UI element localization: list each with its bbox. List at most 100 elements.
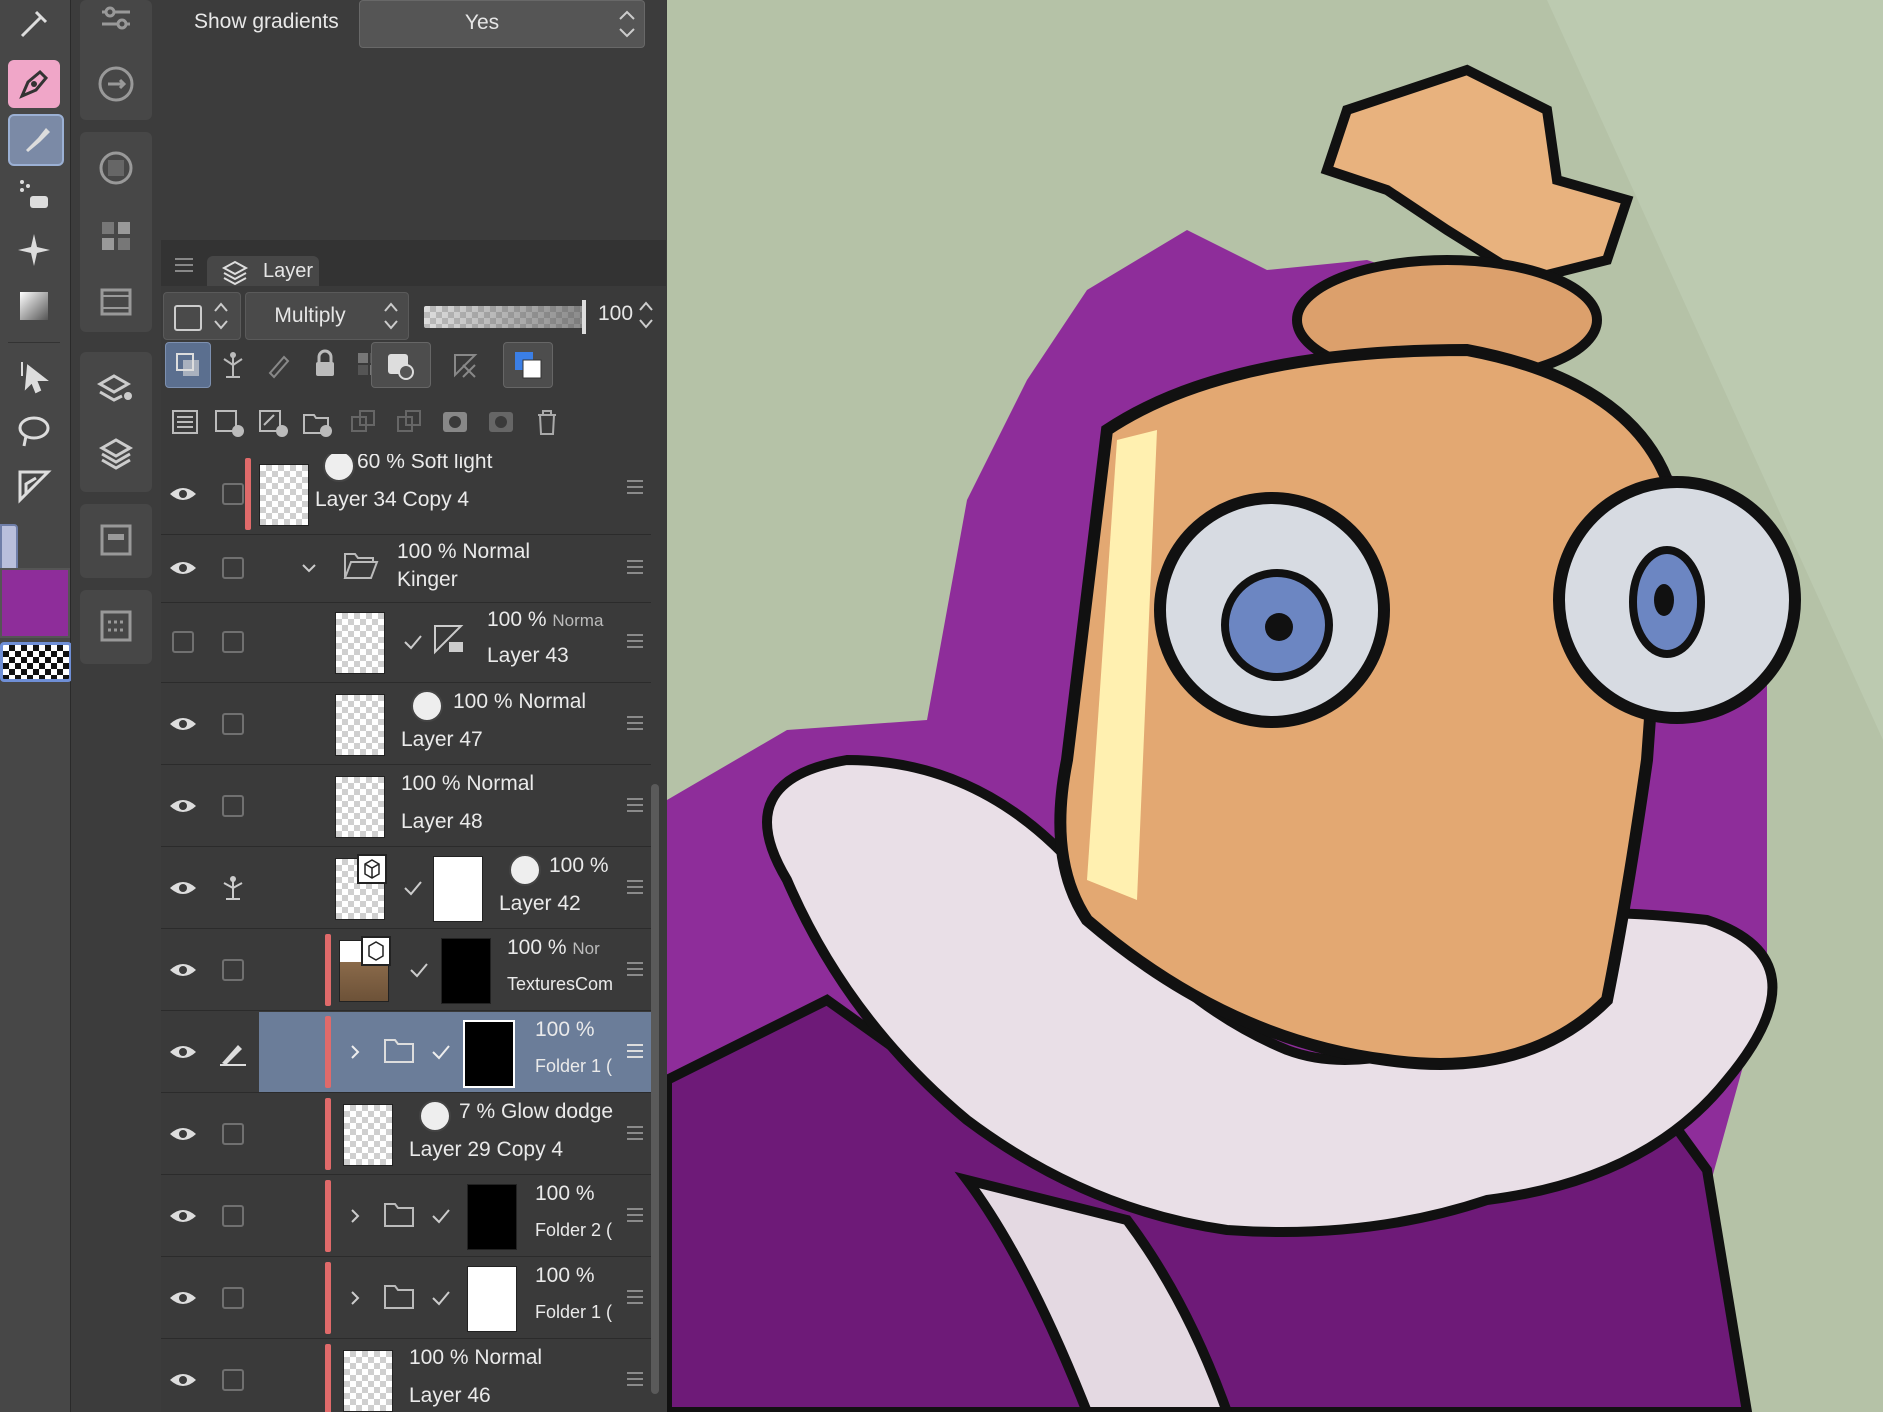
sub-view-icon[interactable] [94,518,138,562]
transparent-color-swatch[interactable] [0,642,72,682]
visibility-eye-icon[interactable] [161,1176,205,1256]
visibility-eye-icon[interactable] [161,1340,205,1412]
layer-row-folder[interactable]: 100 % Folder 1 ( [161,1258,651,1339]
draft-layer-icon[interactable] [257,342,301,386]
blend-mode-select[interactable]: Multiply [245,292,409,340]
row-handle-icon[interactable] [627,1126,643,1144]
chevron-right-icon[interactable] [345,1288,365,1308]
opacity-slider[interactable] [424,300,586,334]
layer-row[interactable]: 100 % Normal Layer 48 [161,766,651,847]
layer-property-icon[interactable] [94,366,138,410]
layer-row-selected-folder[interactable]: 100 % Folder 1 ( [161,1012,651,1093]
visibility-eye-icon[interactable] [161,848,205,928]
visibility-eye-icon[interactable] [161,534,205,602]
layer-visibility-checkbox[interactable] [172,631,194,653]
material-icon[interactable] [94,604,138,648]
layer-list-icon[interactable] [163,400,207,444]
primary-color-swatch[interactable] [0,568,70,638]
layer-lock-checkbox[interactable] [222,557,244,579]
clip-to-layer-below-icon[interactable] [165,342,211,388]
layer-row[interactable]: 7 % Glow dodge Layer 29 Copy 4 [161,1094,651,1175]
reference-layer-marker-icon[interactable] [211,848,255,928]
row-handle-icon[interactable] [627,798,643,816]
row-handle-icon[interactable] [627,1290,643,1308]
operation-tool-icon[interactable] [8,352,60,400]
layer-mask-thumbnail[interactable] [433,856,483,922]
new-vector-layer-icon[interactable] [251,400,295,444]
ruler-toggle-icon[interactable] [437,342,495,386]
navigator-icon[interactable] [94,62,138,106]
airbrush-tool-icon[interactable] [8,170,60,218]
apply-mask-icon[interactable] [479,400,523,444]
layer-row[interactable]: 100 % Normal Layer 47 [161,684,651,765]
brush-tool-icon[interactable] [8,114,64,166]
visibility-eye-icon[interactable] [161,766,205,846]
decoration-tool-icon[interactable] [8,226,60,274]
chevron-right-icon[interactable] [345,1206,365,1226]
layer-row[interactable]: 60 % Soft light Layer 34 Copy 4 [161,454,651,535]
visibility-eye-icon[interactable] [161,1258,205,1338]
layer-row[interactable]: 100 % Norma Layer 43 [161,602,651,683]
eyedropper-tool-icon[interactable] [8,0,60,48]
reference-layer-icon[interactable] [211,342,255,386]
layer-color-toggle[interactable] [163,292,241,340]
row-handle-icon[interactable] [627,716,643,734]
new-raster-layer-icon[interactable] [207,400,251,444]
row-handle-icon[interactable] [627,1208,643,1226]
ruler-tool-icon[interactable] [8,462,60,510]
row-handle-icon[interactable] [627,634,643,652]
row-handle-icon[interactable] [627,1044,643,1062]
chevron-right-icon[interactable] [345,1042,365,1062]
layer-mask-thumbnail[interactable] [463,1020,515,1088]
opacity-stepper-icon[interactable] [637,298,655,332]
layer-row-folder[interactable]: 100 % Normal Kinger [161,534,651,603]
lock-layer-icon[interactable] [303,342,347,386]
timeline-icon[interactable] [94,280,138,324]
color-circle-icon[interactable] [94,146,138,190]
visibility-eye-icon[interactable] [161,1012,205,1092]
layer-mask-thumbnail[interactable] [441,938,491,1004]
layer-lock-checkbox[interactable] [222,631,244,653]
row-handle-icon[interactable] [627,1372,643,1390]
chevron-down-icon[interactable] [299,558,319,578]
layer-row-folder[interactable]: 100 % Folder 2 ( [161,1176,651,1257]
layer-row[interactable]: 100 % Normal Layer 46 [161,1340,651,1412]
panel-menu-icon[interactable] [175,258,193,272]
layer-lock-checkbox[interactable] [222,1123,244,1145]
row-handle-icon[interactable] [627,480,643,498]
layer-lock-checkbox[interactable] [222,1287,244,1309]
transfer-lower-icon[interactable] [341,400,385,444]
mask-toggle-icon[interactable] [371,342,431,388]
gradient-tool-icon[interactable] [8,282,60,330]
visibility-eye-icon[interactable] [161,1094,205,1174]
drawing-canvas[interactable] [667,0,1883,1412]
create-mask-icon[interactable] [433,400,477,444]
show-gradients-select[interactable]: Yes [359,0,645,48]
sliders-icon[interactable] [94,0,138,44]
layer-color-icon[interactable] [503,342,553,388]
layer-lock-checkbox[interactable] [222,959,244,981]
opacity-value[interactable]: 100 [598,302,633,326]
layer-lock-checkbox[interactable] [222,1369,244,1391]
visibility-eye-icon[interactable] [161,684,205,764]
opacity-slider-handle[interactable] [582,300,586,334]
combine-lower-icon[interactable] [387,400,431,444]
new-folder-icon[interactable] [295,400,339,444]
delete-layer-icon[interactable] [525,400,569,444]
layers-icon[interactable] [94,432,138,476]
layer-lock-checkbox[interactable] [222,713,244,735]
row-handle-icon[interactable] [627,962,643,980]
layer-lock-checkbox[interactable] [222,1205,244,1227]
layer-mask-thumbnail[interactable] [467,1184,517,1250]
row-handle-icon[interactable] [627,560,643,578]
layer-lock-checkbox[interactable] [222,795,244,817]
layer-mask-thumbnail[interactable] [467,1266,517,1332]
layer-row[interactable]: 100 % Layer 42 [161,848,651,929]
layer-row[interactable]: 100 % Nor TexturesCom [161,930,651,1011]
color-set-icon[interactable] [94,214,138,258]
tab-layer[interactable]: Layer [207,256,319,286]
visibility-eye-icon[interactable] [161,454,205,534]
layer-list-scrollbar[interactable] [651,784,659,1394]
visibility-eye-icon[interactable] [161,930,205,1010]
lasso-tool-icon[interactable] [8,408,60,456]
